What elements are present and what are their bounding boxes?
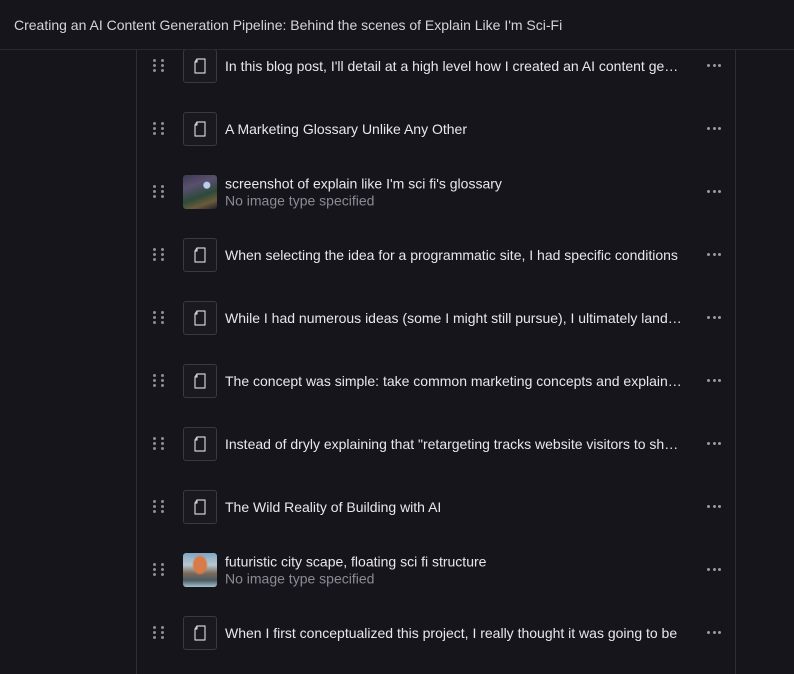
more-options-icon[interactable] [707, 630, 721, 635]
text-block-row[interactable]: When I first conceptualized this project… [137, 601, 735, 664]
document-icon [183, 237, 217, 272]
block-title: screenshot of explain like I'm sci fi's … [225, 175, 502, 191]
document-icon [183, 363, 217, 398]
more-options-icon[interactable] [707, 252, 721, 257]
text-block-row[interactable]: The concept was simple: take common mark… [137, 349, 735, 412]
block-text: When selecting the idea for a programmat… [225, 246, 685, 264]
block-text: The concept was simple: take common mark… [225, 372, 685, 390]
block-title: futuristic city scape, floating sci fi s… [225, 553, 487, 569]
image-block-row[interactable]: screenshot of explain like I'm sci fi's … [137, 160, 735, 223]
drag-handle-icon[interactable] [153, 121, 165, 136]
image-thumbnail [183, 174, 217, 209]
image-block-row[interactable]: futuristic city scape, floating sci fi s… [137, 538, 735, 601]
block-title: A Marketing Glossary Unlike Any Other [225, 120, 467, 137]
block-text: When I first conceptualized this project… [225, 624, 685, 642]
more-options-icon[interactable] [707, 378, 721, 383]
more-options-icon[interactable] [707, 441, 721, 446]
block-text: screenshot of explain like I'm sci fi's … [225, 174, 685, 209]
block-subtitle: No image type specified [225, 570, 375, 586]
document-icon [183, 300, 217, 335]
block-text: In this blog post, I'll detail at a high… [225, 57, 685, 75]
text-block-row[interactable]: Instead of dryly explaining that "retarg… [137, 412, 735, 475]
drag-handle-icon[interactable] [153, 58, 165, 73]
block-title: In this blog post, I'll detail at a high… [225, 57, 685, 74]
document-icon [183, 426, 217, 461]
more-options-icon[interactable] [707, 504, 721, 509]
block-title: When selecting the idea for a programmat… [225, 246, 678, 263]
text-block-row[interactable]: A Marketing Glossary Unlike Any Other [137, 97, 735, 160]
more-options-icon[interactable] [707, 63, 721, 68]
block-list: I'm starting with the interesting bits a… [137, 0, 735, 664]
block-text: The Wild Reality of Building with AI [225, 498, 685, 516]
drag-handle-icon[interactable] [153, 373, 165, 388]
drag-handle-icon[interactable] [153, 436, 165, 451]
block-list-panel: I'm starting with the interesting bits a… [136, 0, 736, 674]
more-options-icon[interactable] [707, 315, 721, 320]
block-text: Instead of dryly explaining that "retarg… [225, 435, 685, 453]
drag-handle-icon[interactable] [153, 184, 165, 199]
block-title: The concept was simple: take common mark… [225, 372, 685, 389]
block-text: futuristic city scape, floating sci fi s… [225, 552, 685, 587]
block-title: When I first conceptualized this project… [225, 624, 678, 641]
more-options-icon[interactable] [707, 126, 721, 131]
block-text: While I had numerous ideas (some I might… [225, 309, 685, 327]
more-options-icon[interactable] [707, 189, 721, 194]
window-title: Creating an AI Content Generation Pipeli… [0, 0, 794, 50]
image-thumbnail [183, 552, 217, 587]
text-block-row[interactable]: The Wild Reality of Building with AI [137, 475, 735, 538]
block-title: Instead of dryly explaining that "retarg… [225, 435, 685, 452]
drag-handle-icon[interactable] [153, 562, 165, 577]
drag-handle-icon[interactable] [153, 247, 165, 262]
drag-handle-icon[interactable] [153, 310, 165, 325]
more-options-icon[interactable] [707, 567, 721, 572]
drag-handle-icon[interactable] [153, 499, 165, 514]
text-block-row[interactable]: While I had numerous ideas (some I might… [137, 286, 735, 349]
drag-handle-icon[interactable] [153, 625, 165, 640]
block-text: A Marketing Glossary Unlike Any Other [225, 120, 685, 138]
block-title: The Wild Reality of Building with AI [225, 498, 442, 515]
document-icon [183, 489, 217, 524]
block-subtitle: No image type specified [225, 192, 375, 208]
document-icon [183, 111, 217, 146]
document-icon [183, 615, 217, 650]
text-block-row[interactable]: When selecting the idea for a programmat… [137, 223, 735, 286]
document-icon [183, 48, 217, 83]
block-title: While I had numerous ideas (some I might… [225, 309, 685, 326]
